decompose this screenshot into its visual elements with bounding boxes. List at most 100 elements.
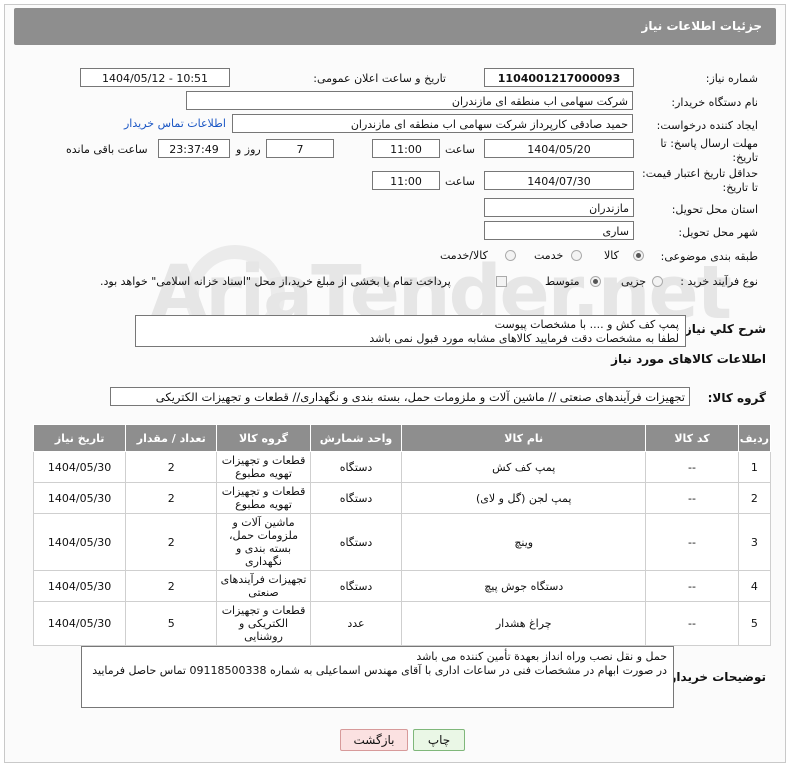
process-option-medium: متوسط [545,275,580,288]
cell-index: 2 [737,482,772,514]
announce-field: 1404/05/12 - 10:51 [80,68,230,87]
treasury-checkbox[interactable] [496,276,507,287]
city-field: ساری [484,221,634,240]
need-number-label: شماره نیاز: [705,72,758,85]
cell-date: 1404/05/30 [32,482,127,514]
process-radio-minor[interactable] [652,276,663,287]
province-label: استان محل تحویل: [671,203,758,216]
cell-name: پمپ لجن (گل و لای) [401,482,647,514]
table-row: 5 -- چراغ هشدار عدد قطعات و تجهیزات الکت… [32,601,772,646]
price-validity-time-label: ساعت [445,175,475,188]
cell-name: دستگاه جوش پیچ [401,570,647,602]
cell-date: 1404/05/30 [32,570,127,602]
cell-code: -- [645,513,739,571]
days-label: روز و [236,143,261,156]
cell-group: تجهیزات فرآیندهای صنعتی [216,570,311,602]
category-label: طبقه بندی موضوعی: [660,250,758,263]
price-validity-time-field: 11:00 [372,171,440,190]
cell-code: -- [645,451,739,483]
announce-label: تاریخ و ساعت اعلان عمومی: [313,72,446,85]
category-option-service: خدمت [534,249,564,262]
cell-name: وینچ [401,513,647,571]
process-option-minor: جزیی [621,275,647,288]
table-row: 4 -- دستگاه جوش پیچ دستگاه تجهیزات فرآین… [32,570,772,602]
goods-group-field: تجهیزات فرآیندهای صنعتی // ماشین آلات و … [110,387,690,406]
cell-group: قطعات و تجهیزات تهویه مطبوع [216,451,311,483]
description-line1: پمپ کف کش و .... با مشخصات پیوست [494,318,679,331]
cell-qty: 2 [125,570,218,602]
cell-qty: 2 [125,482,218,514]
page-title-bar: جزئیات اطلاعات نیاز [14,8,776,45]
need-number-field: 1104001217000093 [484,68,634,87]
cell-unit: دستگاه [309,570,403,602]
city-label: شهر محل تحویل: [678,226,758,239]
table-row: 3 -- وینچ دستگاه ماشین آلات و ملزومات حم… [32,513,772,571]
cell-unit: دستگاه [309,513,403,571]
price-validity-date-field: 1404/07/30 [484,171,634,190]
creator-field: حمید صادقی کارپرداز شرکت سهامی اب منطقه … [232,114,633,133]
cell-qty: 5 [125,601,218,646]
deadline-time-field: 11:00 [372,139,440,158]
contact-buyer-link[interactable]: اطلاعات تماس خریدار [124,117,226,130]
category-radio-both[interactable] [505,250,516,261]
col-date: تاریخ نیاز [32,424,127,452]
description-line2: لطفا به مشخصات دقت فرمایید کالاهای مشابه… [369,332,679,345]
buyer-notes-textarea[interactable]: حمل و نقل نصب وراه انداز بعهدة تأمین کنن… [81,646,674,708]
buyer-org-field: شرکت سهامی اب منطقه ای مازندران [186,91,633,110]
cell-qty: 2 [125,451,218,483]
col-qty: تعداد / مقدار [125,424,218,452]
cell-code: -- [645,482,739,514]
description-textarea[interactable]: پمپ کف کش و .... با مشخصات پیوست لطفا به… [135,315,686,347]
description-label: شرح کلي نياز: [680,322,766,336]
cell-index: 5 [737,601,772,646]
cell-name: چراغ هشدار [401,601,647,646]
col-code: کد کالا [645,424,739,452]
buyer-org-label: نام دستگاه خریدار: [671,96,758,109]
cell-group: قطعات و تجهیزات الکتریکی و روشنایی [216,601,311,646]
back-button[interactable]: بازگشت [340,729,408,751]
cell-unit: عدد [309,601,403,646]
buyer-notes-label: توضیحات خریدار: [664,670,766,684]
goods-group-label: گروه کالا: [707,391,766,405]
price-validity-label: حداقل تاریخ اعتبار قیمت: تا تاریخ: [642,167,758,194]
cell-index: 3 [737,513,772,571]
cell-qty: 2 [125,513,218,571]
category-option-goods: کالا [604,249,619,262]
items-table: ردیف کد کالا نام کالا واحد شمارش گروه کا… [32,424,772,646]
buyer-notes-line1: حمل و نقل نصب وراه انداز بعهدة تأمین کنن… [416,650,667,663]
cell-date: 1404/05/30 [32,601,127,646]
cell-code: -- [645,601,739,646]
remaining-time-field: 23:37:49 [158,139,230,158]
deadline-time-label: ساعت [445,143,475,156]
process-label: نوع فرآیند خرید : [680,275,758,288]
category-radio-goods[interactable] [633,250,644,261]
category-radio-service[interactable] [571,250,582,261]
cell-index: 1 [737,451,772,483]
col-unit: واحد شمارش [309,424,403,452]
print-button[interactable]: چاپ [413,729,465,751]
deadline-date-field: 1404/05/20 [484,139,634,158]
buyer-notes-line2: در صورت ابهام در مشخصات فنی در ساعات ادا… [92,664,667,677]
cell-date: 1404/05/30 [32,513,127,571]
cell-unit: دستگاه [309,482,403,514]
cell-unit: دستگاه [309,451,403,483]
remaining-label: ساعت باقی مانده [66,143,148,156]
page-title: جزئیات اطلاعات نیاز [641,19,762,33]
process-radio-medium[interactable] [590,276,601,287]
cell-code: -- [645,570,739,602]
cell-group: قطعات و تجهیزات تهویه مطبوع [216,482,311,514]
col-name: نام کالا [401,424,647,452]
cell-name: پمپ کف کش [401,451,647,483]
cell-date: 1404/05/30 [32,451,127,483]
table-row: 2 -- پمپ لجن (گل و لای) دستگاه قطعات و ت… [32,482,772,514]
payment-note: پرداخت تمام یا بخشی از مبلغ خرید،از محل … [100,275,451,288]
table-row: 1 -- پمپ کف کش دستگاه قطعات و تجهیزات ته… [32,451,772,483]
cell-group: ماشین آلات و ملزومات حمل، بسته بندی و نگ… [216,513,311,571]
province-field: مازندران [484,198,634,217]
col-index: ردیف [737,424,772,452]
table-header-row: ردیف کد کالا نام کالا واحد شمارش گروه کا… [32,424,772,452]
deadline-label: مهلت ارسال پاسخ: تا تاریخ: [660,137,758,164]
days-field: 7 [266,139,334,158]
goods-info-title: اطلاعات کالاهای مورد نیاز [611,352,766,366]
cell-index: 4 [737,570,772,602]
